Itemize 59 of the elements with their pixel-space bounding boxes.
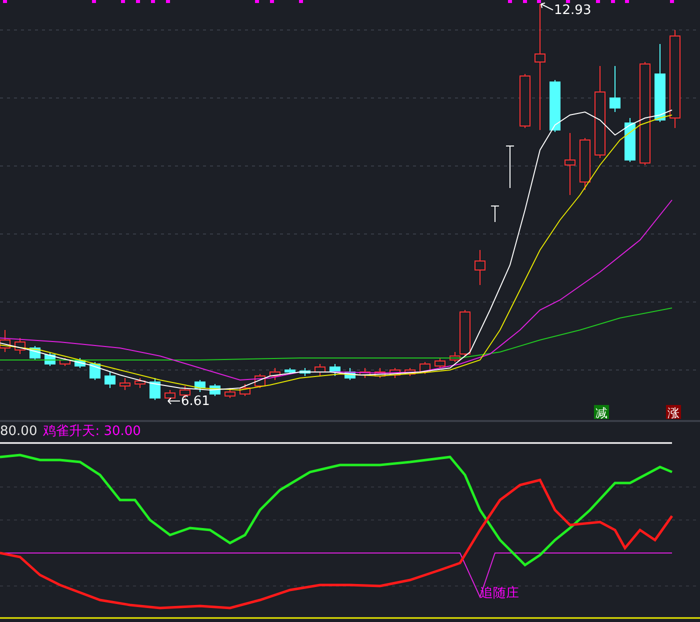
candlestick [224, 388, 236, 398]
signal-marker [670, 0, 674, 3]
signal-marker [611, 0, 615, 3]
signal-marker [166, 0, 170, 3]
candlestick [240, 384, 250, 396]
candlestick [150, 378, 160, 400]
candlestick [360, 368, 370, 378]
candlestick [104, 372, 116, 388]
candlestick [374, 368, 386, 378]
indicator-value: 鸡雀升天: 30.00 [43, 424, 141, 438]
candlestick [520, 74, 530, 128]
signal-marker [255, 0, 259, 3]
candlestick [314, 364, 326, 376]
signal-marker [92, 0, 96, 3]
signal-marker [151, 0, 155, 3]
candlestick [60, 358, 70, 366]
candlestick [120, 378, 130, 390]
candlestick [474, 250, 486, 286]
candlestick [44, 352, 56, 366]
candlestick [506, 146, 514, 188]
signal-marker [270, 0, 274, 3]
signal-marker [136, 0, 140, 3]
candlestick [610, 66, 620, 112]
leader-arrow [540, 2, 554, 10]
candlestick [390, 368, 400, 378]
leader-arrow [168, 398, 180, 404]
low-price-label: 6.61 [181, 394, 210, 409]
candlestick [490, 206, 500, 222]
candlestick [164, 390, 176, 400]
signal-marker [3, 0, 7, 3]
candlestick [434, 358, 446, 368]
candlestick [580, 138, 590, 190]
candlestick [134, 378, 146, 388]
signal-marker [566, 0, 570, 3]
signal-marker [625, 0, 629, 3]
candlestick [564, 132, 576, 196]
signal-marker [299, 0, 303, 3]
candlestick [14, 338, 26, 354]
candlestick [624, 118, 636, 162]
signal-badge: 减 [594, 405, 609, 420]
signal-marker [523, 0, 527, 3]
candlestick [550, 80, 560, 132]
candlestick [420, 362, 430, 374]
high-price-label: 12.93 [554, 3, 592, 18]
candlestick [210, 384, 220, 396]
signal-marker [508, 0, 512, 3]
indicator-line-label: 追随庄 [480, 586, 519, 601]
candlestick [194, 380, 206, 392]
candlestick [284, 368, 296, 374]
candlestick [74, 358, 86, 368]
signal-marker [537, 0, 541, 3]
signal-badge: 涨 [666, 405, 681, 420]
indicator-value: 80.00 [0, 424, 38, 438]
signal-marker [596, 0, 600, 3]
candlestick [330, 364, 340, 376]
signal-marker [121, 0, 125, 3]
candlestick [270, 368, 280, 380]
candlestick [404, 368, 416, 376]
candlestick [344, 368, 356, 380]
